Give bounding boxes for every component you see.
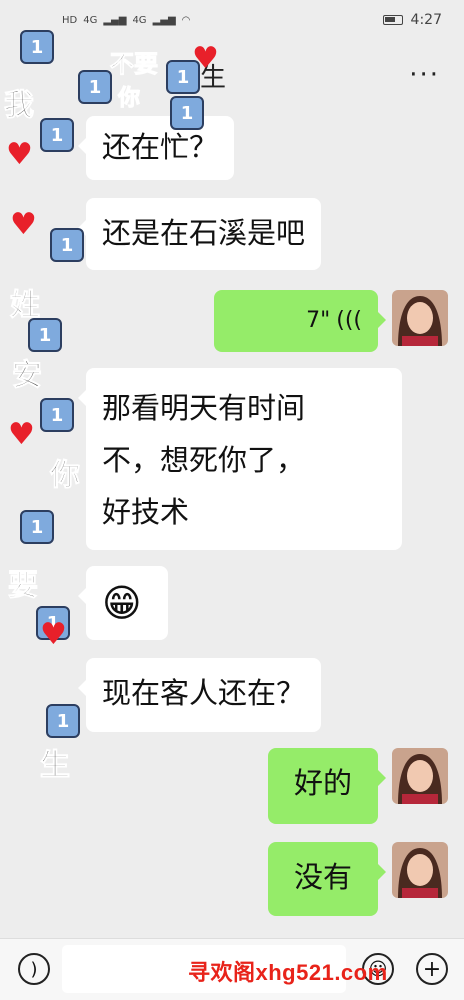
message-bubble-outgoing[interactable]: 好的 bbox=[268, 748, 386, 824]
status-time: 4:27 bbox=[410, 12, 442, 28]
emoji-message-bubble[interactable]: 😁 bbox=[78, 566, 168, 640]
message-bubble-incoming[interactable]: 现在客人还在？ bbox=[77, 658, 322, 732]
voice-wave-icon: ((( bbox=[336, 308, 362, 333]
message-bubble-incoming[interactable]: 还在忙？ bbox=[77, 116, 235, 180]
sticker-char: 你 bbox=[117, 86, 141, 112]
message-bubble-outgoing[interactable]: 没有 bbox=[268, 842, 386, 916]
avatar-photo-icon bbox=[392, 842, 448, 898]
heart-icon: ♥ bbox=[10, 207, 37, 242]
plus-icon[interactable]: + bbox=[416, 953, 448, 985]
message-line: 好技术 bbox=[102, 495, 190, 529]
sticker-badge: 1 bbox=[20, 30, 54, 64]
avatar-self[interactable] bbox=[392, 842, 448, 898]
sticker-badge: 1 bbox=[46, 704, 80, 738]
sticker-char: 我 bbox=[4, 88, 35, 124]
sticker-char: 要 bbox=[8, 568, 39, 604]
sticker-badge: 1 bbox=[166, 60, 200, 94]
message-text: 还在忙？ bbox=[102, 130, 219, 164]
sticker-badge: 1 bbox=[40, 398, 74, 432]
message-line: 不，想死你了， bbox=[102, 443, 306, 477]
sticker-overlay: 1 1 1 1 1 1 1 1 1 ♥ ♥ ♥ ♥ 我 姓 安 你 要 生 bbox=[0, 0, 112, 800]
message-bubble-incoming[interactable]: 还是在石溪是吧 bbox=[77, 198, 322, 270]
message-line: 那看明天有时间 bbox=[102, 391, 306, 425]
grinning-emoji-icon: 😁 bbox=[102, 581, 142, 625]
heart-icon: ♥ bbox=[6, 137, 33, 172]
message-text: 还是在石溪是吧 bbox=[102, 216, 306, 250]
voice-toggle-icon[interactable]: ) bbox=[18, 953, 50, 985]
avatar-self[interactable] bbox=[392, 748, 448, 804]
voice-message-bubble[interactable]: 7" ((( bbox=[214, 290, 386, 352]
avatar-photo-icon bbox=[392, 748, 448, 804]
voice-duration: 7" bbox=[306, 308, 331, 333]
sticker-char: 你 bbox=[50, 458, 81, 494]
network-4g-label-2: 4G bbox=[132, 14, 147, 26]
sticker-badge: 1 bbox=[20, 510, 54, 544]
heart-icon: ♥ bbox=[40, 617, 67, 652]
sticker-char: 安 bbox=[12, 358, 43, 394]
signal-icon: ▂▄▆ bbox=[103, 14, 127, 26]
sticker-badge: 1 bbox=[170, 96, 204, 130]
sticker-badge: 1 bbox=[40, 118, 74, 152]
message-text: 没有 bbox=[293, 860, 352, 894]
sticker-overlay-top: 不要 你 ♥ 1 1 bbox=[100, 40, 260, 130]
avatar-photo-icon bbox=[392, 290, 448, 346]
sticker-badge: 1 bbox=[50, 228, 84, 262]
message-text: 好的 bbox=[293, 766, 352, 800]
wifi-icon: ◠ bbox=[181, 14, 191, 26]
battery-icon bbox=[382, 15, 403, 25]
watermark-text: 寻欢阁xhg521.com bbox=[188, 960, 388, 985]
message-text: 现在客人还在？ bbox=[102, 676, 306, 710]
status-right: 4:27 bbox=[382, 12, 442, 28]
sticker-char: 生 bbox=[40, 748, 71, 784]
more-dots-icon[interactable]: ··· bbox=[409, 60, 440, 90]
sticker-char: 姓 bbox=[10, 288, 41, 324]
heart-icon: ♥ bbox=[8, 417, 35, 452]
signal-icon-2: ▂▄▆ bbox=[152, 14, 176, 26]
message-bubble-incoming[interactable]: 那看明天有时间 不，想死你了， 好技术 bbox=[78, 368, 402, 550]
voice-message-content: 7" ((( bbox=[230, 300, 362, 342]
sticker-char: 不要 bbox=[110, 50, 159, 79]
avatar-self[interactable] bbox=[392, 290, 448, 346]
